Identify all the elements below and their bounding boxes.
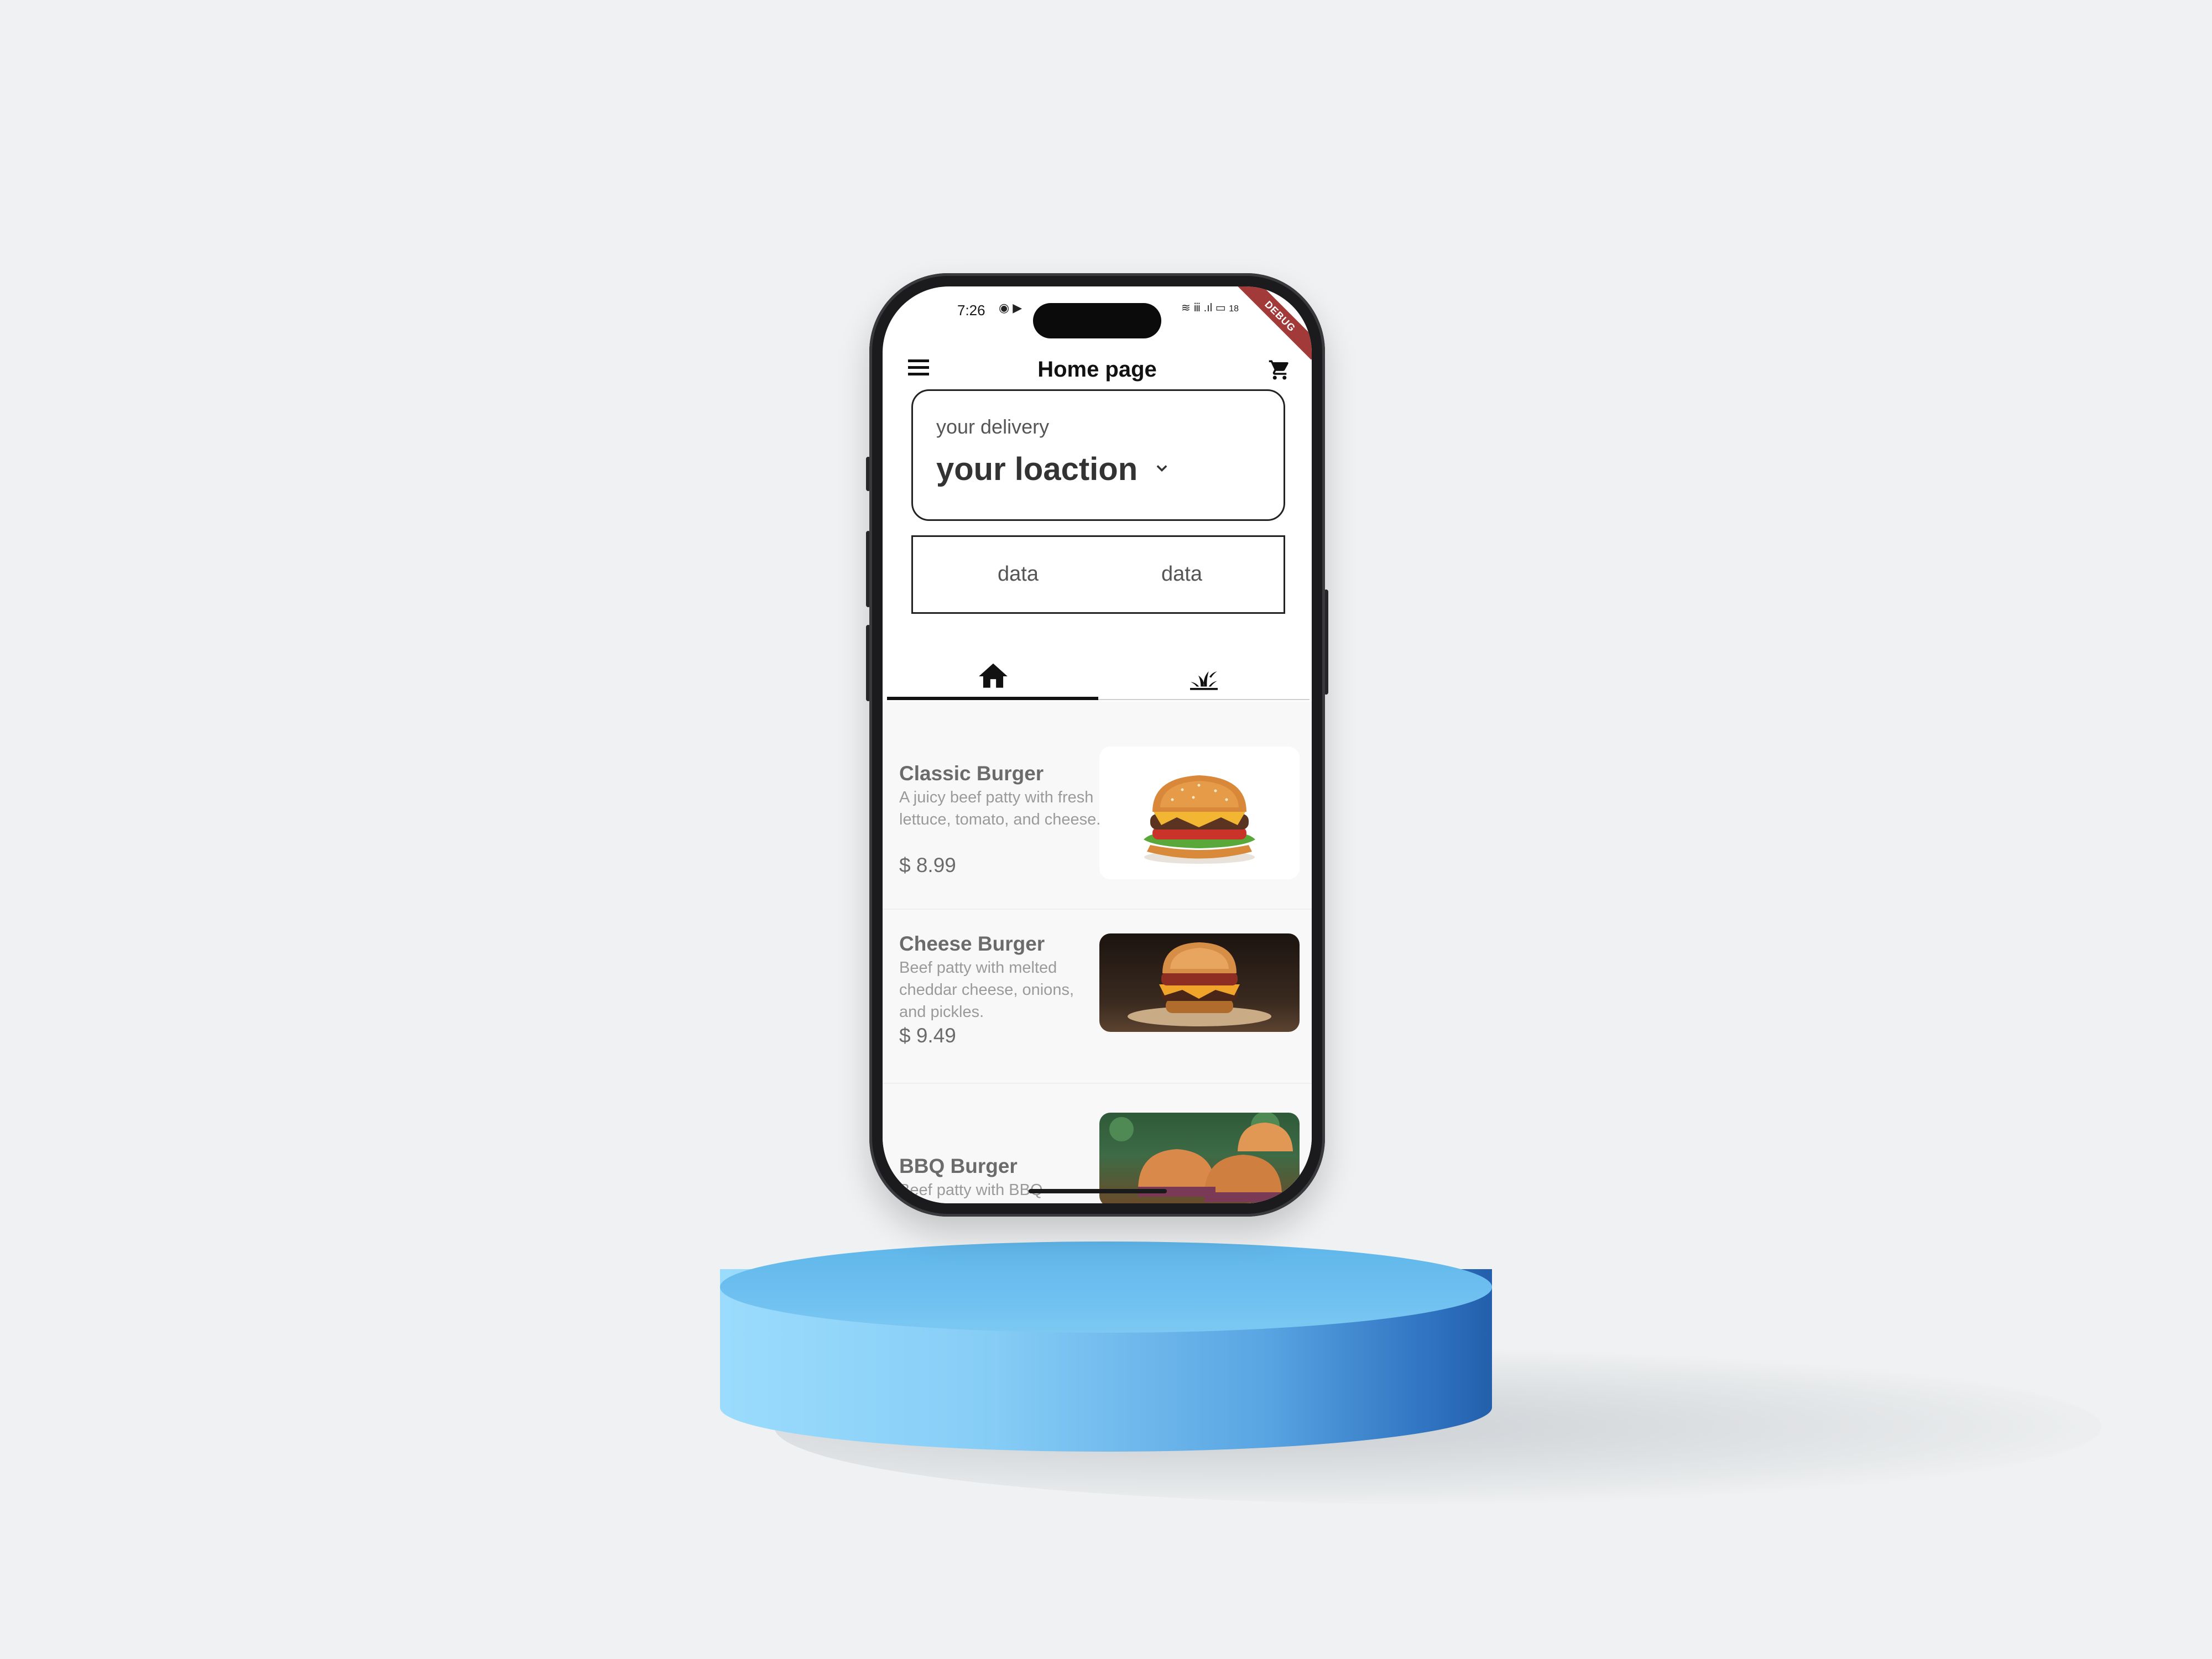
list-item[interactable]: Classic Burger A juicy beef patty with f… — [883, 701, 1312, 879]
data-right: data — [1161, 562, 1202, 586]
home-icon — [979, 663, 1008, 688]
delivery-label: your delivery — [936, 415, 1050, 438]
dynamic-island — [1033, 303, 1161, 338]
item-name: Classic Burger — [899, 762, 1044, 785]
status-right-icons: ≋ ⅲ .ıl ▭ 18 — [1181, 301, 1239, 315]
tab-home[interactable] — [887, 647, 1098, 700]
page-title: Home page — [1037, 357, 1157, 382]
pedestal-top — [720, 1241, 1492, 1333]
data-left: data — [998, 562, 1039, 586]
home-indicator[interactable] — [1029, 1189, 1167, 1193]
signal-icons: ≋ ⅲ .ıl ▭ — [1181, 302, 1226, 314]
cart-icon[interactable] — [1266, 358, 1293, 382]
burger-illustration — [1144, 775, 1255, 864]
tab-plants[interactable] — [1098, 647, 1310, 700]
status-app-icons: ◉ ▶ — [999, 301, 1022, 315]
mockup-scene: 7:26 ◉ ▶ ≋ ⅲ .ıl ▭ 18 DEBUG Home page yo… — [0, 0, 2212, 1659]
cheese-burger-image — [1099, 933, 1300, 1032]
app-bar: Home page — [883, 342, 1312, 397]
data-row: data data — [911, 535, 1285, 614]
list-item[interactable]: Cheese Burger Beef patty with melted che… — [883, 873, 1312, 1047]
tab-bar — [887, 647, 1310, 700]
status-bar: 7:26 ◉ ▶ ≋ ⅲ .ıl ▭ 18 DEBUG — [883, 286, 1312, 360]
item-description: Beef patty with melted cheddar cheese, o… — [899, 959, 1074, 1021]
classic-burger-image — [1099, 747, 1300, 879]
item-description: A juicy beef patty with fresh lettuce, t… — [899, 789, 1101, 828]
status-time: 7:26 — [957, 302, 985, 319]
battery-level: 18 — [1229, 304, 1239, 314]
phone-screen: 7:26 ◉ ▶ ≋ ⅲ .ıl ▭ 18 DEBUG Home page yo… — [883, 286, 1312, 1203]
burger-photo-illustration — [1128, 942, 1271, 1026]
menu-list: Classic Burger A juicy beef patty with f… — [883, 701, 1312, 1203]
delivery-location-value: your loaction — [936, 451, 1138, 487]
item-name: Cheese Burger — [899, 932, 1045, 955]
item-name: BBQ Burger — [899, 1155, 1018, 1177]
plant-icon — [1190, 671, 1218, 690]
delivery-location-selector[interactable]: your delivery your loaction — [911, 389, 1285, 521]
tab-selected-indicator — [887, 697, 1098, 700]
chevron-down-icon[interactable] — [1154, 461, 1170, 476]
list-item[interactable]: BBQ Burger Beef patty with BBQ — [883, 1039, 1312, 1203]
